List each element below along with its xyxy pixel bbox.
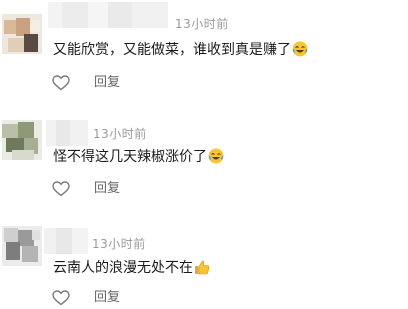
comment-text: 云南人的浪漫无处不在 xyxy=(53,258,210,278)
comment-item: 13小时前 又能欣赏，又能做菜，谁收到真是赚了 回复 xyxy=(0,0,408,104)
comment-time: 13小时前 xyxy=(175,17,229,31)
username-blurred[interactable] xyxy=(44,228,88,254)
laughing-tears-emoji xyxy=(208,148,224,164)
laughing-tears-emoji xyxy=(292,41,308,57)
comment-text-body: 云南人的浪漫无处不在 xyxy=(53,260,193,276)
heart-outline-icon[interactable] xyxy=(52,75,70,91)
username-blurred[interactable] xyxy=(48,2,168,28)
comment-text-body: 怪不得这几天辣椒涨价了 xyxy=(53,149,207,165)
reply-button[interactable]: 回复 xyxy=(94,288,120,308)
comment-text: 怪不得这几天辣椒涨价了 xyxy=(53,147,224,167)
reply-button[interactable]: 回复 xyxy=(94,73,120,93)
comment-time: 13小时前 xyxy=(92,237,146,251)
avatar[interactable] xyxy=(2,14,42,54)
avatar[interactable] xyxy=(2,120,42,160)
heart-outline-icon[interactable] xyxy=(52,181,70,197)
thumbs-up-emoji xyxy=(195,260,210,275)
username-blurred[interactable] xyxy=(46,120,88,146)
comment-text-body: 又能欣赏，又能做菜，谁收到真是赚了 xyxy=(53,42,291,58)
comment-item: 13小时前 怪不得这几天辣椒涨价了 回复 xyxy=(0,108,408,210)
reply-button[interactable]: 回复 xyxy=(94,179,120,199)
comment-time: 13小时前 xyxy=(93,127,147,141)
comment-item: 13小时前 云南人的浪漫无处不在 回复 xyxy=(0,214,408,309)
heart-outline-icon[interactable] xyxy=(52,290,70,306)
avatar[interactable] xyxy=(2,226,42,266)
comment-text: 又能欣赏，又能做菜，谁收到真是赚了 xyxy=(53,40,308,60)
